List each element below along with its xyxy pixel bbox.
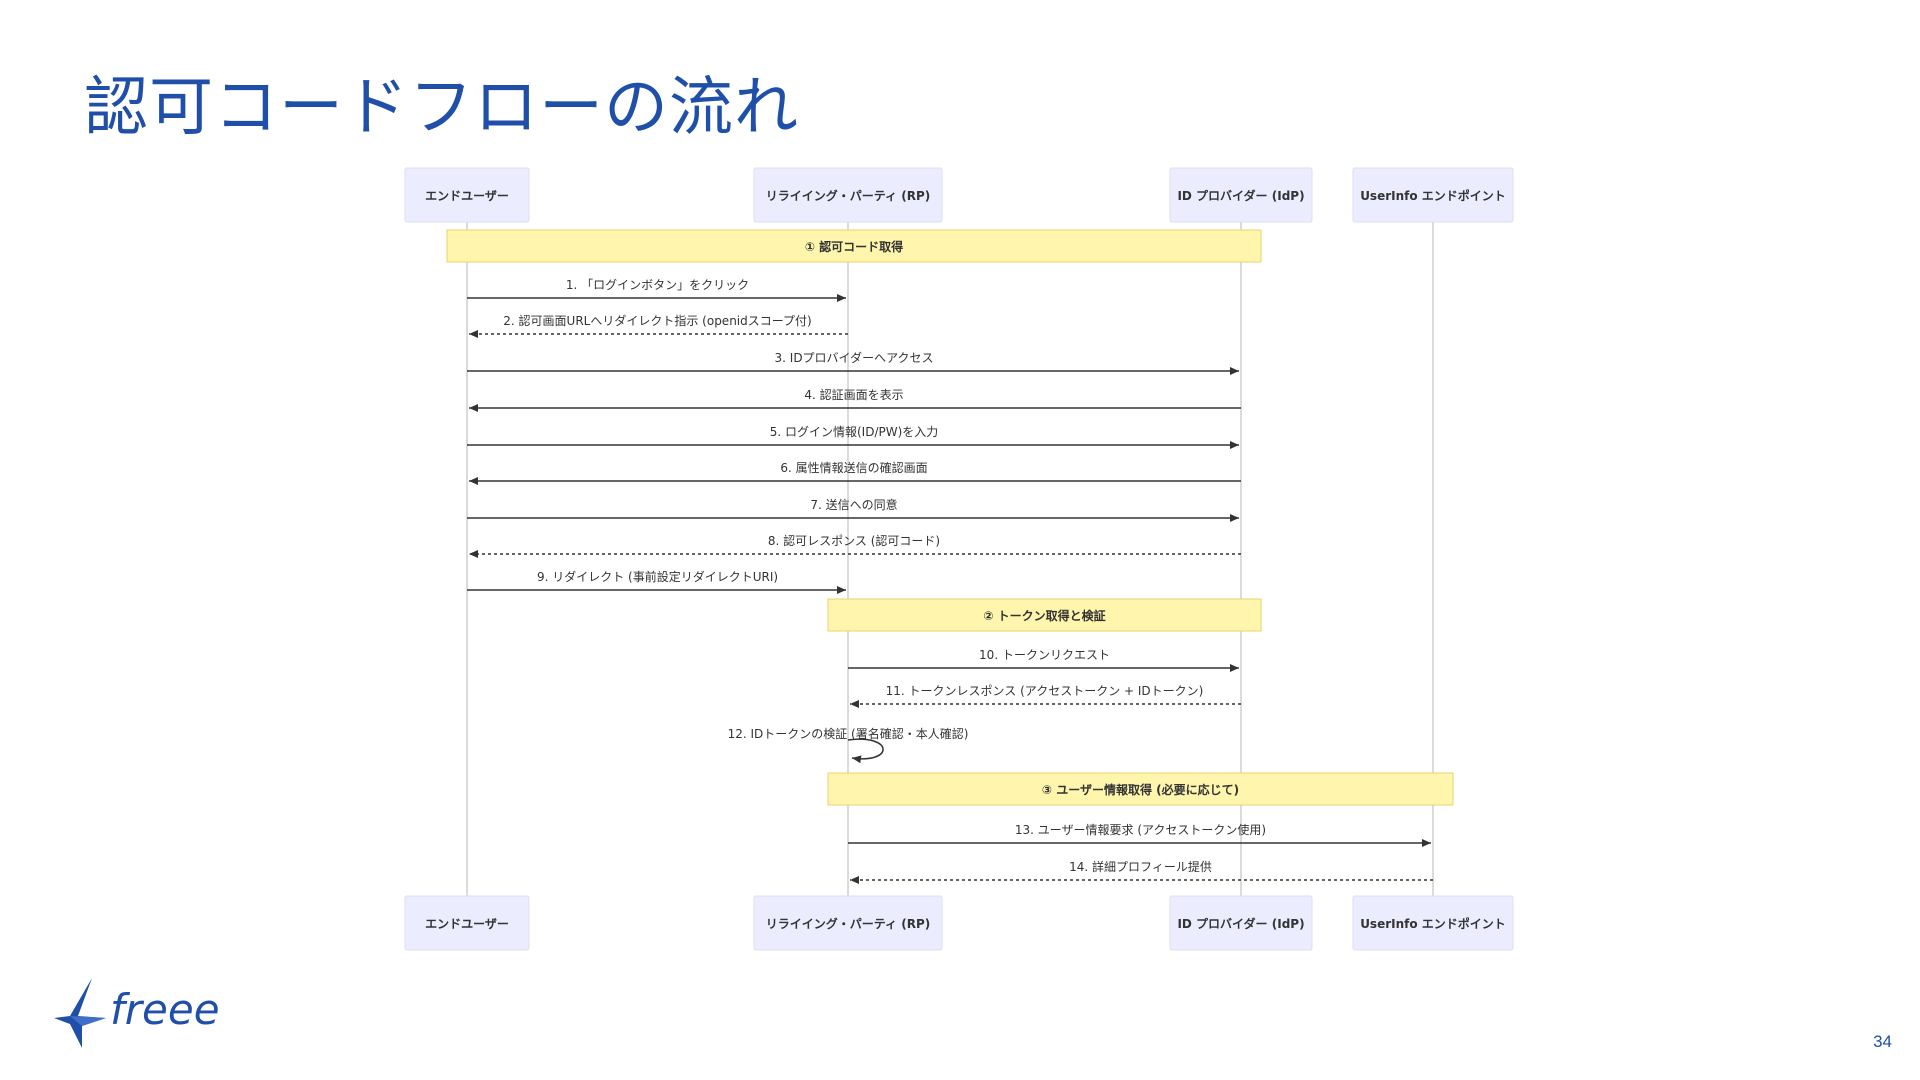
- message-9: 9. リダイレクト (事前設定リダイレクトURI): [467, 569, 846, 594]
- message-7: 7. 送信への同意: [467, 497, 1239, 522]
- phase-note-1: ① 認可コード取得: [446, 229, 1262, 263]
- message-13: 13. ユーザー情報要求 (アクセストークン使用): [848, 822, 1431, 847]
- message-label: 11. トークンレスポンス (アクセストークン + IDトークン): [886, 684, 1204, 698]
- message-label: 9. リダイレクト (事前設定リダイレクトURI): [537, 569, 778, 584]
- participant-bottom-2: ID プロバイダー (IdP): [1169, 895, 1313, 951]
- message-label: 14. 詳細プロフィール提供: [1069, 859, 1212, 874]
- message-label: 6. 属性情報送信の確認画面: [780, 460, 927, 475]
- note-label: ③ ユーザー情報取得 (必要に応じて): [1042, 782, 1239, 797]
- message-label: 2. 認可画面URLへリダイレクト指示 (openidスコープ付): [503, 313, 811, 328]
- message-label: 3. IDプロバイダーへアクセス: [775, 350, 934, 365]
- message-label: 5. ログイン情報(ID/PW)を入力: [770, 425, 939, 439]
- message-14: 14. 詳細プロフィール提供: [850, 859, 1433, 884]
- message-8: 8. 認可レスポンス (認可コード): [469, 533, 1241, 558]
- participant-bottom-1: リライイング・パーティ (RP): [753, 895, 943, 951]
- participant-label: リライイング・パーティ (RP): [766, 916, 930, 931]
- message-label: 1. 「ログインボタン」をクリック: [566, 278, 749, 292]
- note-label: ② トークン取得と検証: [983, 608, 1105, 623]
- phase-note-2: ② トークン取得と検証: [827, 598, 1262, 632]
- sequence-diagram: ① 認可コード取得② トークン取得と検証③ ユーザー情報取得 (必要に応じて) …: [404, 167, 1514, 951]
- message-10: 10. トークンリクエスト: [848, 648, 1239, 672]
- message-arrow: [847, 738, 884, 764]
- message-label: 4. 認証画面を表示: [804, 387, 903, 402]
- freee-logo: freee: [48, 972, 248, 1052]
- message-label: 12. IDトークンの検証 (署名確認・本人確認): [728, 726, 969, 741]
- message-5: 5. ログイン情報(ID/PW)を入力: [467, 425, 1239, 449]
- participant-top-2: ID プロバイダー (IdP): [1169, 167, 1313, 223]
- message-label: 10. トークンリクエスト: [979, 648, 1110, 662]
- participant-label: UserInfo エンドポイント: [1360, 916, 1506, 931]
- participant-label: UserInfo エンドポイント: [1360, 188, 1506, 203]
- participant-bottom-3: UserInfo エンドポイント: [1352, 895, 1514, 951]
- page-number: 34: [1873, 1032, 1892, 1051]
- message-1: 1. 「ログインボタン」をクリック: [467, 278, 846, 302]
- participant-top-3: UserInfo エンドポイント: [1352, 167, 1514, 223]
- phase-note-3: ③ ユーザー情報取得 (必要に応じて): [827, 772, 1454, 806]
- participant-top-0: エンドユーザー: [404, 167, 530, 223]
- message-4: 4. 認証画面を表示: [469, 387, 1241, 412]
- message-3: 3. IDプロバイダーへアクセス: [467, 350, 1239, 375]
- note-label: ① 認可コード取得: [805, 239, 903, 254]
- participant-top-1: リライイング・パーティ (RP): [753, 167, 943, 223]
- message-11: 11. トークンレスポンス (アクセストークン + IDトークン): [850, 684, 1241, 708]
- participant-label: ID プロバイダー (IdP): [1177, 188, 1304, 203]
- message-2: 2. 認可画面URLへリダイレクト指示 (openidスコープ付): [469, 313, 848, 338]
- participant-bottom-0: エンドユーザー: [404, 895, 530, 951]
- participant-label: ID プロバイダー (IdP): [1177, 916, 1304, 931]
- participant-label: リライイング・パーティ (RP): [766, 188, 930, 203]
- logo-wordmark: freee: [110, 985, 220, 1034]
- message-label: 7. 送信への同意: [810, 497, 897, 512]
- bird-icon: [54, 978, 106, 1048]
- message-6: 6. 属性情報送信の確認画面: [469, 460, 1241, 485]
- message-label: 8. 認可レスポンス (認可コード): [768, 533, 940, 548]
- participant-label: エンドユーザー: [425, 189, 509, 203]
- participant-label: エンドユーザー: [425, 917, 509, 931]
- message-label: 13. ユーザー情報要求 (アクセストークン使用): [1015, 822, 1266, 837]
